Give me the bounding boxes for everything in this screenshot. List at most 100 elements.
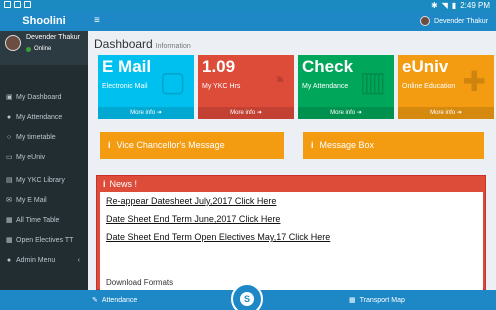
info-icon: i <box>103 179 106 189</box>
more-info-link[interactable]: More info ➜ <box>98 107 194 119</box>
news-panel: i News ! Re-appear Datesheet July,2017 Cl… <box>96 175 486 291</box>
sidebar-item-library[interactable]: ▤ My YKC Library <box>0 171 88 191</box>
online-dot-icon <box>26 46 31 52</box>
sidebar-item-label: Admin Menu <box>16 257 56 264</box>
info-box-label: Online Education <box>402 83 456 90</box>
news-link-open-electives[interactable]: Date Sheet End Term Open Electives May,1… <box>106 232 477 242</box>
more-info-label: More info <box>430 110 456 116</box>
sidebar-item-open-electives[interactable]: ▦ Open Electives TT <box>0 231 88 251</box>
message-box-button[interactable]: i Message Box <box>303 132 484 159</box>
sidebar-item-label: Open Electives TT <box>16 237 74 244</box>
main-content: Dashboard Information E Mail Electronic M… <box>88 31 496 291</box>
attendance-label: Attendance <box>101 296 138 304</box>
news-link-end-term[interactable]: Date Sheet End Term June,2017 Click Here <box>106 214 477 224</box>
map-icon: ▦ <box>349 297 356 304</box>
navbar-user-menu[interactable]: Devender Thakur <box>420 16 488 26</box>
info-box-ykc-hrs: 1.09 My YKC Hrs ◔ More info ➜ <box>198 55 294 119</box>
sidebar-item-label: My timetable <box>16 134 56 141</box>
table-icon: ▦ <box>6 217 13 224</box>
arrow-right-icon: ➜ <box>256 110 262 116</box>
dashboard-icon: ▣ <box>6 94 13 101</box>
info-box-email: E Mail Electronic Mail ▢ More info ➜ <box>98 55 194 119</box>
sidebar-item-all-timetable[interactable]: ▦ All Time Table <box>0 211 88 231</box>
more-info-label: More info <box>130 110 156 116</box>
arrow-right-icon: ➜ <box>456 110 462 116</box>
book-icon: ▤ <box>6 177 13 184</box>
navbar-user-name: Devender Thakur <box>434 17 488 25</box>
user-icon: ● <box>6 257 12 264</box>
sidebar: Shoolini Devender Thakur Online ▣ My Dash… <box>0 12 88 290</box>
info-box-label: My Attendance <box>302 83 349 90</box>
more-info-link[interactable]: More info ➜ <box>398 107 494 119</box>
info-icon: i <box>311 140 314 150</box>
news-header: i News ! <box>97 176 485 192</box>
table-icon: ▦ <box>6 237 13 244</box>
laptop-icon: ▭ <box>6 154 13 161</box>
user-panel: Devender Thakur Online <box>0 31 88 65</box>
notification-icon <box>14 1 21 8</box>
page-title-text: Dashboard <box>94 37 153 51</box>
sidebar-item-dashboard[interactable]: ▣ My Dashboard <box>0 88 88 108</box>
info-box-euniv: eUniv Online Education ✚ More info ➜ <box>398 55 494 119</box>
news-link-reappear[interactable]: Re-appear Datesheet July,2017 Click Here <box>106 196 477 206</box>
transport-map-label: Transport Map <box>359 296 405 304</box>
arrow-right-icon: ➜ <box>156 110 162 116</box>
sidebar-item-label: My eUniv <box>16 154 46 161</box>
battery-icon: ▮ <box>451 1 457 10</box>
floating-action-button[interactable]: S <box>231 283 263 310</box>
notification-icons <box>4 1 31 8</box>
sidebar-item-admin-menu[interactable]: ● Admin Menu ‹ <box>0 251 88 271</box>
brand-logo[interactable]: Shoolini <box>0 12 88 31</box>
vc-message-label: Vice Chancellor's Message <box>116 140 225 150</box>
vice-chancellor-message-button[interactable]: i Vice Chancellor's Message <box>100 132 284 159</box>
hamburger-icon[interactable]: ≡ <box>94 15 100 26</box>
info-box-label: Electronic Mail <box>102 83 148 90</box>
download-formats: Download Formats <box>106 278 174 287</box>
sidebar-item-label: My YKC Library <box>16 177 65 184</box>
notification-icon <box>24 1 31 8</box>
user-name: Devender Thakur <box>26 34 80 41</box>
info-box-attendance: Check My Attendance ▥ More info ➜ <box>298 55 394 119</box>
sidebar-item-euniv[interactable]: ▭ My eUniv <box>0 148 88 168</box>
arrow-right-icon: ➜ <box>356 110 362 116</box>
message-box-label: Message Box <box>319 140 375 150</box>
news-body: Re-appear Datesheet July,2017 Click Here… <box>100 192 483 291</box>
bluetooth-icon: ✱ <box>430 1 438 10</box>
info-box-label: My YKC Hrs <box>202 83 241 90</box>
sidebar-item-attendance[interactable]: ● My Attendance <box>0 108 88 128</box>
more-info-link[interactable]: More info ➜ <box>198 107 294 119</box>
clock-time: 2:49 PM <box>460 1 490 10</box>
logo-icon: S <box>240 292 254 306</box>
info-box-value: eUniv <box>402 57 449 76</box>
user-status-label: Online <box>34 46 52 52</box>
bag-icon: ▢ <box>159 66 186 97</box>
wifi-icon: ◥ <box>441 1 448 10</box>
sidebar-item-label: All Time Table <box>16 217 60 224</box>
clock-icon: ○ <box>6 134 12 141</box>
info-icon: i <box>108 140 111 150</box>
more-info-link[interactable]: More info ➜ <box>298 107 394 119</box>
sidebar-item-timetable[interactable]: ○ My timetable <box>0 128 88 148</box>
top-navbar: ≡ Devender Thakur <box>88 12 496 31</box>
info-box-value: E Mail <box>102 57 152 76</box>
sidebar-item-label: My E Mail <box>16 197 47 204</box>
pie-chart-icon: ◔ <box>269 65 286 96</box>
android-status-bar: ✱ ◥ ▮ 2:49 PM <box>0 0 496 12</box>
sidebar-item-label: My Attendance <box>16 114 63 121</box>
avatar <box>5 35 21 51</box>
news-title: News ! <box>109 179 138 189</box>
info-box-value: 1.09 <box>202 57 236 76</box>
sidebar-menu: ▣ My Dashboard ● My Attendance ○ My timetab… <box>0 88 88 271</box>
user-icon: ● <box>6 114 12 121</box>
attendance-button[interactable]: ✎ Attendance <box>92 296 138 305</box>
more-info-label: More info <box>330 110 356 116</box>
chevron-left-icon: ‹ <box>77 257 80 264</box>
transport-map-button[interactable]: ▦ Transport Map <box>349 296 405 305</box>
page-subtitle: Information <box>155 43 191 50</box>
bar-chart-icon: ▥ <box>359 66 386 97</box>
more-info-label: More info <box>230 110 256 116</box>
page-title: Dashboard Information <box>94 37 191 51</box>
system-icons: ✱ ◥ ▮ 2:49 PM <box>431 1 490 10</box>
sidebar-item-email[interactable]: ✉ My E Mail <box>0 191 88 211</box>
mail-icon: ✉ <box>6 197 12 204</box>
